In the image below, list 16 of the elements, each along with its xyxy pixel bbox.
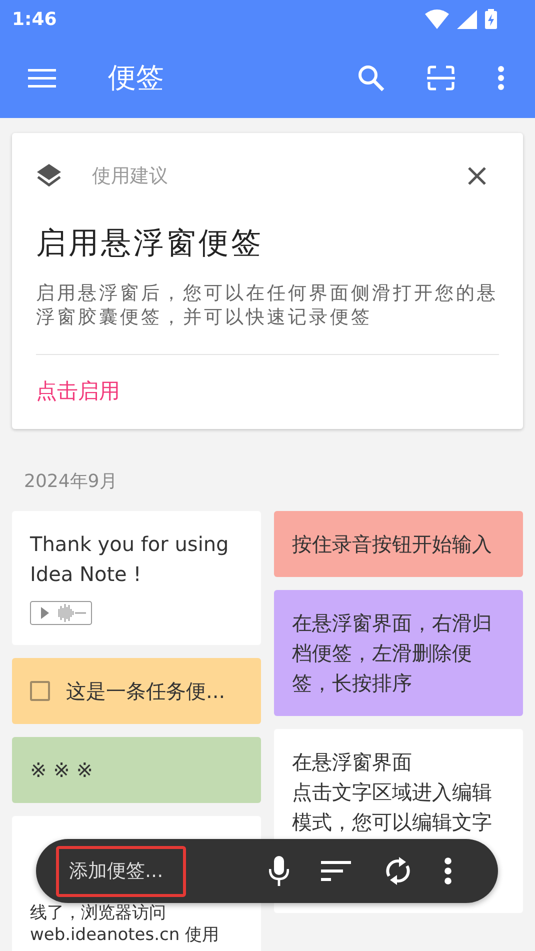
note-text-line: web.ideanotes.cn 使用 [30,924,220,946]
app-title: 便签 [108,60,165,96]
note-text-line: 在悬浮窗界面 [292,749,413,776]
note-text: 在悬浮窗界面，右滑归档便签，左滑删除便签，长按排序 [292,610,493,697]
tip-description: 启用悬浮窗后，您可以在任何界面侧滑打开您的悬浮窗胶囊便签，并可以快速记录便签 [36,282,499,330]
note-text: 按住录音按钮开始输入 [292,531,493,558]
note-text: 这是一条任务便... [66,678,226,705]
section-date: 2024年9月 [24,470,118,493]
tip-caption: 使用建议 [92,164,169,189]
note-text-line: 线了，浏览器访问 [30,902,167,924]
tip-heading: 启用悬浮窗便签 [36,225,264,263]
note-text-line: 模式，您可以编辑文字 [292,809,493,836]
status-time: 1:46 [12,8,57,30]
note-text: Thank you for using Idea Note ! [30,531,230,588]
note-text-line: 点击文字区域进入编辑 [292,779,493,806]
note-text: ※ ※ ※ [30,757,94,784]
